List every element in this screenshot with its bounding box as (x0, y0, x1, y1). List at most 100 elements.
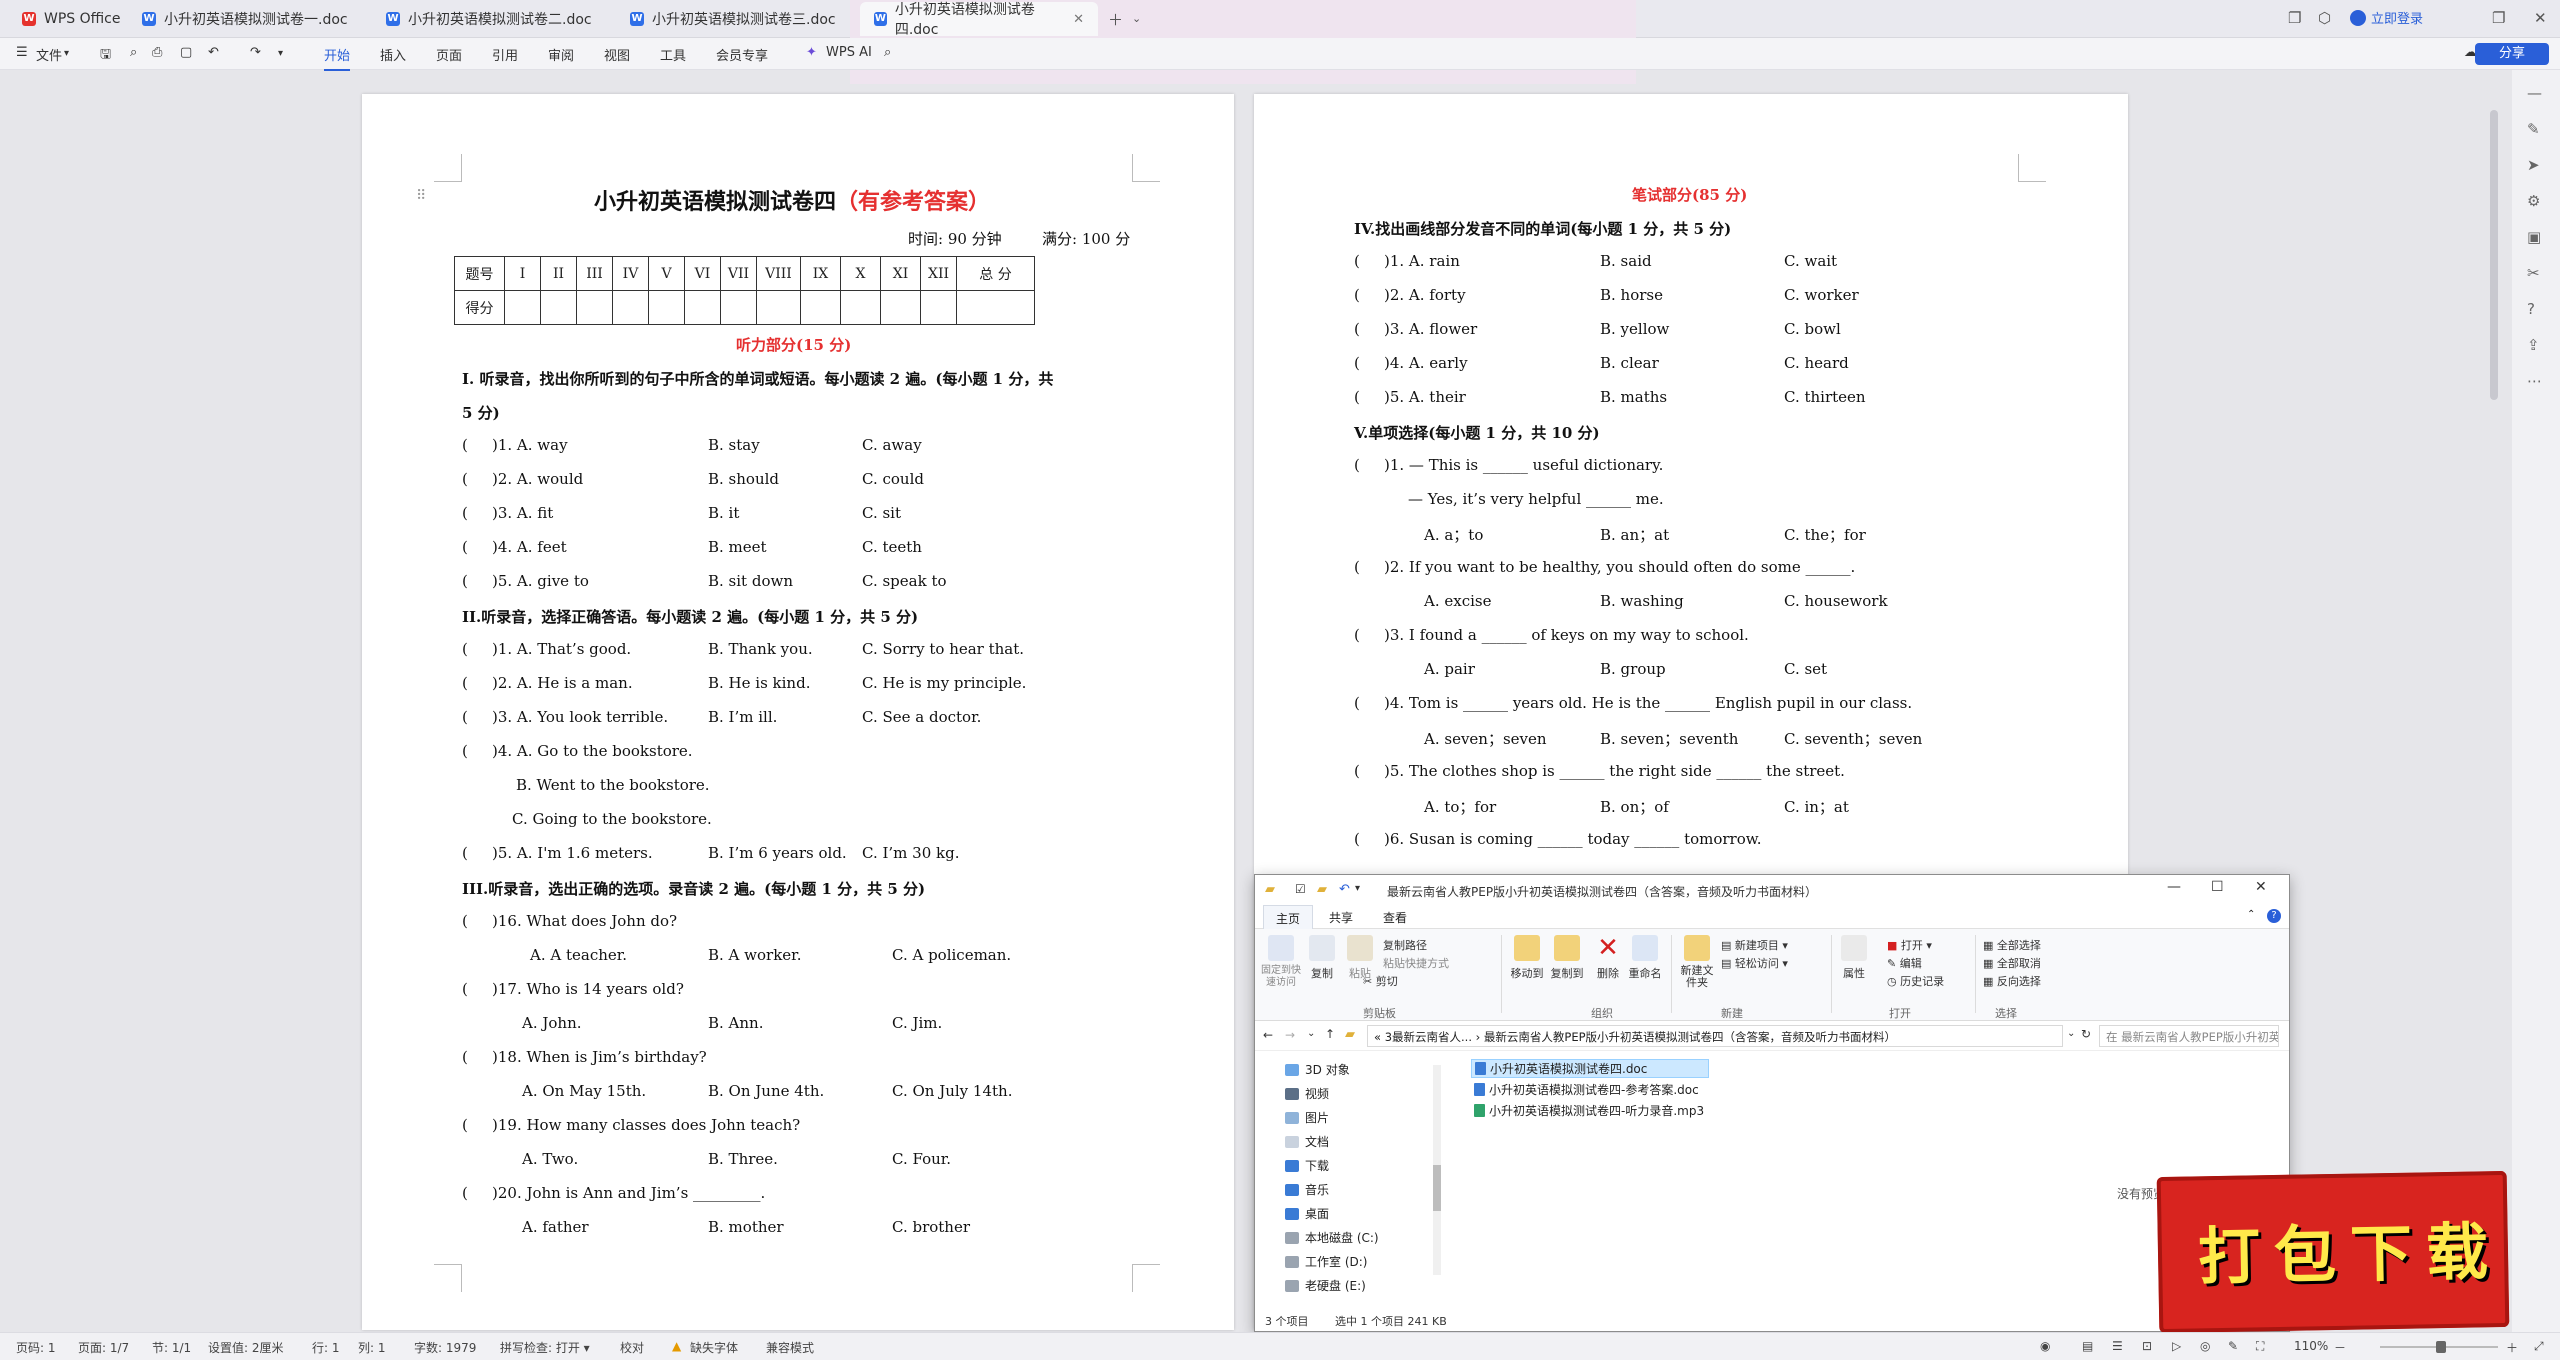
nav-scroll-thumb[interactable] (1433, 1165, 1441, 1211)
outline-view-icon[interactable]: ☰ (2112, 1339, 2123, 1353)
undo-icon[interactable]: ↶ (1339, 882, 1350, 897)
refresh-icon[interactable]: ↻ (2081, 1027, 2091, 1041)
image-icon[interactable]: ▣ (2527, 228, 2541, 246)
select-all-button[interactable]: ▦ 全部选择 (1983, 937, 2041, 953)
menu-tab-member[interactable]: 会员专享 (716, 45, 768, 64)
move-to-button[interactable]: 移动到 (1509, 935, 1545, 981)
edit-button[interactable]: ✎ 编辑 (1887, 955, 1922, 971)
nav-item-desktop[interactable]: 桌面 (1285, 1205, 1329, 1222)
help-icon[interactable]: ? (2527, 300, 2535, 318)
table-cell[interactable] (720, 290, 757, 325)
tools-icon[interactable]: ✂ (2527, 264, 2540, 282)
address-bar[interactable]: « 3最新云南省人... › 最新云南省人教PEP版小升初英语模拟测试卷四（含答… (1367, 1025, 2063, 1047)
table-cell[interactable] (576, 290, 613, 325)
file-item[interactable]: 小升初英语模拟测试卷四-听力录音.mp3 (1471, 1101, 1707, 1120)
search-icon[interactable]: ⌕ (884, 45, 891, 60)
table-cell[interactable] (800, 290, 841, 325)
more-icon[interactable]: ⋯ (2527, 372, 2542, 390)
pin-quick-access-button[interactable]: 固定到快速访问 (1261, 935, 1301, 989)
properties-button[interactable]: 属性 (1839, 935, 1869, 981)
eye-icon[interactable]: ◉ (2040, 1339, 2050, 1353)
table-cell[interactable] (612, 290, 649, 325)
web-view-icon[interactable]: ⊡ (2142, 1339, 2152, 1353)
status-compat-mode[interactable]: 兼容模式 (766, 1339, 814, 1356)
status-setting[interactable]: 设置值: 2厘米 (208, 1339, 284, 1356)
nav-item-drive-d[interactable]: 工作室 (D:) (1285, 1253, 1367, 1270)
menu-tab-tools[interactable]: 工具 (660, 45, 686, 64)
table-cell[interactable] (684, 290, 721, 325)
invert-selection-button[interactable]: ▦ 反向选择 (1983, 973, 2041, 989)
status-row[interactable]: 行: 1 (312, 1339, 340, 1356)
preview-icon[interactable]: ▢ (180, 45, 192, 60)
fullscreen-icon[interactable]: ⤢ (2534, 1339, 2544, 1354)
minimize-icon[interactable]: — (2167, 879, 2181, 895)
zoom-in-icon[interactable]: ＋ (2506, 1339, 2518, 1356)
paste-shortcut-button[interactable]: 粘贴快捷方式 (1383, 955, 1449, 971)
search-doc-icon[interactable]: ⌕ (130, 45, 137, 60)
nav-scrollbar[interactable] (1433, 1065, 1441, 1275)
help-icon[interactable]: ? (2267, 909, 2281, 923)
chevron-down-icon[interactable]: ▾ (278, 48, 283, 59)
undo-icon[interactable]: ↶ (208, 45, 219, 60)
zoom-slider-thumb[interactable] (2436, 1341, 2446, 1353)
chevron-up-icon[interactable]: ⌃ (2247, 909, 2255, 920)
table-cell[interactable] (756, 290, 801, 325)
status-col[interactable]: 列: 1 (358, 1339, 386, 1356)
chevron-down-icon[interactable]: ⌄ (1132, 12, 1141, 25)
status-page[interactable]: 页码: 1 (16, 1339, 56, 1356)
save-icon[interactable]: 🖫 (100, 45, 111, 67)
close-window-icon[interactable]: ✕ (2534, 9, 2547, 27)
menu-file[interactable]: 文件 (36, 45, 62, 64)
open-button[interactable]: ■ 打开 ▾ (1887, 937, 1932, 953)
cursor-icon[interactable]: ➤ (2527, 156, 2540, 174)
zoom-slider[interactable] (2380, 1341, 2498, 1353)
status-section[interactable]: 节: 1/1 (152, 1339, 191, 1356)
table-cell[interactable] (956, 290, 1035, 325)
page-view-icon[interactable]: ▤ (2082, 1339, 2093, 1353)
redo-icon[interactable]: ↷ (250, 45, 261, 60)
new-item-button[interactable]: ▤ 新建项目 ▾ (1721, 937, 1788, 953)
menu-tab-view[interactable]: 视图 (604, 45, 630, 64)
fit-page-icon[interactable]: ⛶ (2256, 1339, 2264, 1354)
nav-item-drive-e[interactable]: 老硬盘 (E:) (1285, 1277, 1366, 1294)
tab-doc-4-active[interactable]: W 小升初英语模拟测试卷四.doc ✕ (860, 2, 1098, 38)
file-explorer-window[interactable]: ▰ ☑ ▰ ↶ ▾ 最新云南省人教PEP版小升初英语模拟测试卷四（含答案，音频及… (1254, 874, 2290, 1332)
menu-wps-ai[interactable]: WPS AI (826, 45, 872, 60)
zoom-level[interactable]: 110% (2294, 1339, 2328, 1353)
table-cell[interactable] (540, 290, 577, 325)
nav-item-videos[interactable]: 视频 (1285, 1085, 1329, 1102)
file-item-selected[interactable]: 小升初英语模拟测试卷四.doc (1471, 1059, 1709, 1078)
play-icon[interactable]: ▷ (2172, 1339, 2181, 1353)
globe-icon[interactable]: ◎ (2200, 1339, 2210, 1353)
tab-doc-1[interactable]: W 小升初英语模拟测试卷一.doc (128, 2, 362, 36)
new-folder-icon[interactable]: ▰ (1317, 882, 1327, 897)
nav-item-pictures[interactable]: 图片 (1285, 1109, 1329, 1126)
menu-tab-review[interactable]: 审阅 (548, 45, 574, 64)
hamburger-icon[interactable]: ☰ (16, 45, 28, 60)
nav-item-music[interactable]: 音乐 (1285, 1181, 1329, 1198)
select-none-button[interactable]: ▦ 全部取消 (1983, 955, 2041, 971)
ribbon-tab-home[interactable]: 主页 (1263, 905, 1314, 929)
history-button[interactable]: ◷ 历史记录 (1887, 973, 1944, 989)
delete-button[interactable]: ✕ 删除 (1593, 935, 1623, 981)
nav-item-documents[interactable]: 文档 (1285, 1133, 1329, 1150)
menu-tab-home[interactable]: 开始 (324, 45, 351, 71)
new-folder-button[interactable]: 新建文件夹 (1679, 935, 1715, 989)
tab-doc-2[interactable]: W 小升初英语模拟测试卷二.doc (372, 2, 606, 36)
copy-to-button[interactable]: 复制到 (1549, 935, 1585, 981)
nav-item-downloads[interactable]: 下载 (1285, 1157, 1329, 1174)
table-cell[interactable] (840, 290, 881, 325)
file-item[interactable]: 小升初英语模拟测试卷四-参考答案.doc (1471, 1080, 1702, 1099)
easy-access-button[interactable]: ▤ 轻松访问 ▾ (1721, 955, 1788, 971)
share-panel-icon[interactable]: ⇪ (2527, 336, 2540, 354)
status-pages[interactable]: 页面: 1/7 (78, 1339, 129, 1356)
table-cell[interactable] (920, 290, 957, 325)
menu-tab-reference[interactable]: 引用 (492, 45, 518, 64)
nav-item-drive-c[interactable]: 本地磁盘 (C:) (1285, 1229, 1379, 1246)
chevron-down-icon[interactable]: ⌄ (1307, 1028, 1315, 1039)
drag-handle-icon[interactable]: ⠿ (416, 188, 426, 204)
rename-button[interactable]: 重命名 (1627, 935, 1663, 981)
menu-tab-page[interactable]: 页面 (436, 45, 462, 64)
status-missing-font[interactable]: 缺失字体 (690, 1339, 738, 1356)
share-button[interactable]: 分享 (2475, 43, 2549, 65)
